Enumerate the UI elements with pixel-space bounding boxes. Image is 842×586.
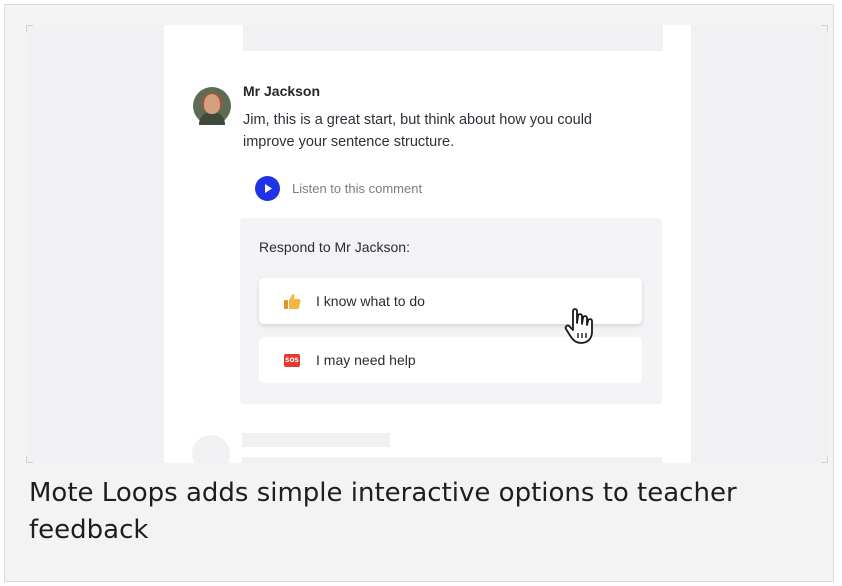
corner-mark xyxy=(821,25,828,32)
thumbs-up-icon xyxy=(283,292,301,310)
respond-title: Respond to Mr Jackson: xyxy=(259,239,410,255)
option-label: I know what to do xyxy=(316,293,425,309)
placeholder-block xyxy=(243,25,663,51)
comment-text: Jim, this is a great start, but think ab… xyxy=(243,112,592,150)
figure-frame: Mr Jackson Jim, this is a great start, b… xyxy=(4,4,834,582)
corner-mark xyxy=(26,25,33,32)
play-icon[interactable] xyxy=(255,175,280,201)
avatar-face xyxy=(204,94,220,114)
hand-pointer-icon xyxy=(564,308,593,344)
figure-caption: Mote Loops adds simple interactive optio… xyxy=(29,478,737,545)
sos-icon-text: SOS xyxy=(284,353,300,367)
corner-mark xyxy=(26,456,33,463)
screenshot-image: Mr Jackson Jim, this is a great start, b… xyxy=(26,25,828,463)
corner-mark xyxy=(821,456,828,463)
respond-panel: Respond to Mr Jackson: I know what to do… xyxy=(240,218,662,404)
avatar-placeholder xyxy=(192,435,230,463)
listen-label: Listen to this comment xyxy=(292,180,423,196)
option-label: I may need help xyxy=(316,352,416,368)
commenter-name: Mr Jackson xyxy=(243,83,321,99)
feedback-card: Mr Jackson Jim, this is a great start, b… xyxy=(164,25,691,463)
teacher-avatar xyxy=(193,87,231,125)
placeholder-block xyxy=(242,457,662,463)
listen-comment-button[interactable]: Listen to this comment xyxy=(255,175,422,201)
sos-icon: SOS xyxy=(283,351,301,369)
placeholder-block xyxy=(242,433,390,447)
